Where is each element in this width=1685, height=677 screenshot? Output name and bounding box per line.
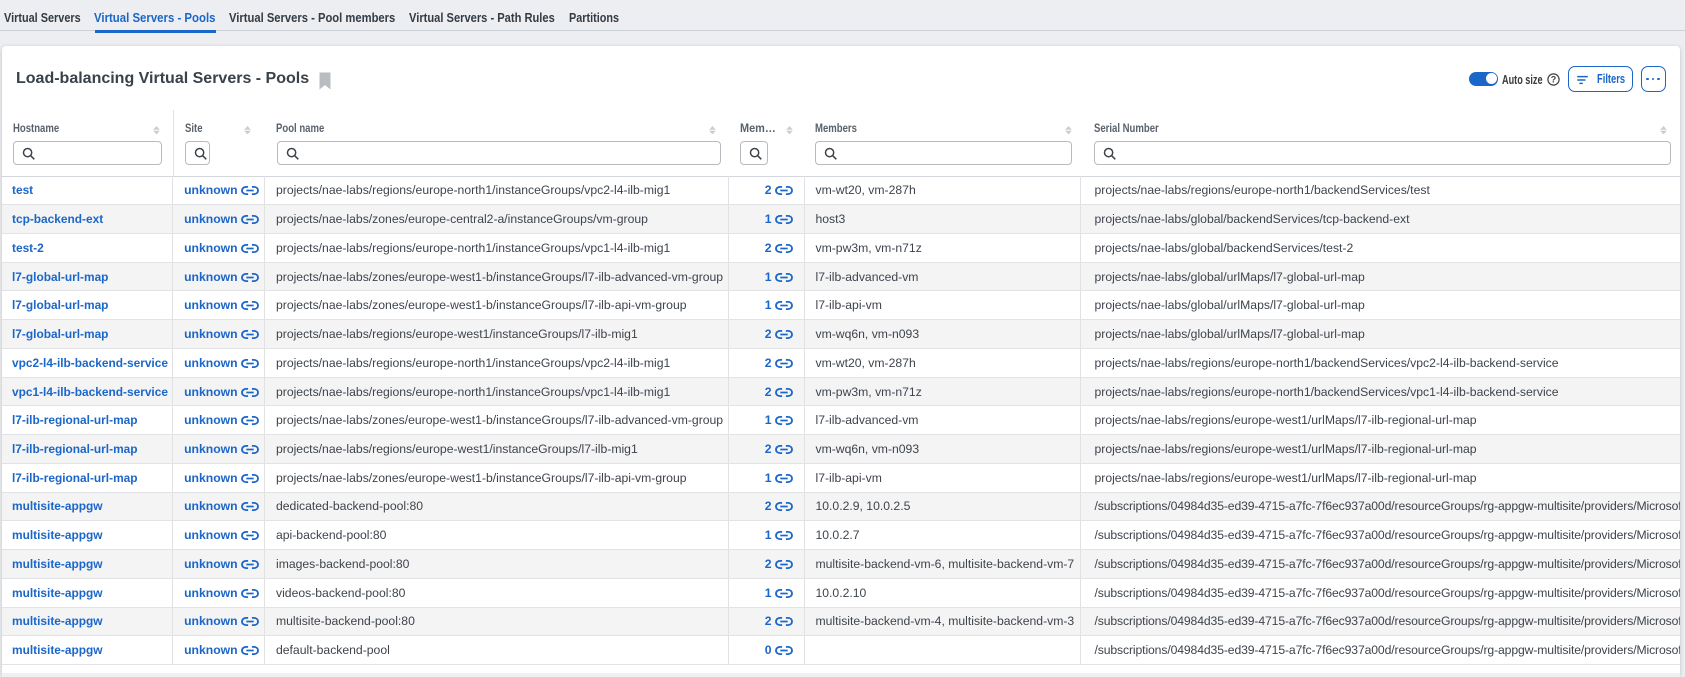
- svg-text:?: ?: [1551, 75, 1557, 85]
